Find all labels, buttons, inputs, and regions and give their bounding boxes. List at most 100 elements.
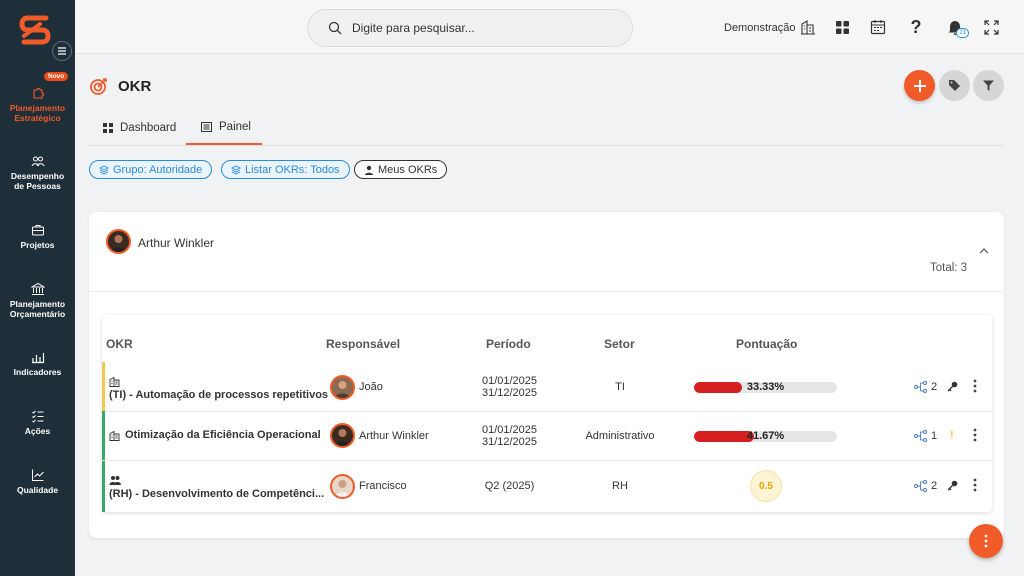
okr-table: OKR Responsável Período Setor Pontuação … xyxy=(102,315,992,512)
row-accent xyxy=(102,461,105,512)
sidebar-item-label: Desempenho de Pessoas xyxy=(10,171,65,191)
search-input[interactable] xyxy=(352,21,612,35)
sidebar-item-indicadores[interactable]: Indicadores xyxy=(0,350,75,378)
column-header-setor[interactable]: Setor xyxy=(604,337,635,351)
tab-label: Dashboard xyxy=(120,121,177,134)
column-header-pontuacao[interactable]: Pontuação xyxy=(736,337,797,351)
okr-name[interactable]: (RH) - Desenvolvimento de Competênci... xyxy=(109,488,324,500)
sidebar-item-label: Ações xyxy=(24,426,51,436)
link-count: 1 xyxy=(931,430,938,442)
more-actions-button[interactable] xyxy=(969,524,1003,558)
chip-label: Meus OKRs xyxy=(378,163,438,176)
chip-label: Grupo: Autoridade xyxy=(113,163,203,176)
logo[interactable] xyxy=(18,14,52,48)
network-icon[interactable] xyxy=(914,480,927,492)
responsible-name: Arthur Winkler xyxy=(359,430,429,442)
responsible-name: Francisco xyxy=(359,480,407,492)
more-vertical-icon xyxy=(984,534,988,548)
sector: RH xyxy=(612,480,628,492)
tab-painel[interactable]: Painel xyxy=(186,110,262,145)
bank-icon xyxy=(30,282,45,295)
column-header-okr[interactable]: OKR xyxy=(106,337,133,351)
sidebar-item-desempenho-pessoas[interactable]: Desempenho de Pessoas xyxy=(0,154,75,191)
table-row[interactable]: (RH) - Desenvolvimento de Competênci... … xyxy=(102,461,992,512)
warning-icon[interactable]: ! xyxy=(950,429,954,441)
column-header-periodo[interactable]: Período xyxy=(486,337,531,351)
company-name[interactable]: Demonstração xyxy=(724,22,796,34)
sidebar-item-label: Planejamento Orçamentário xyxy=(9,299,66,319)
sidebar-item-projetos[interactable]: Projetos xyxy=(0,223,75,251)
tag-icon xyxy=(949,80,960,91)
menu-icon xyxy=(58,47,66,55)
score-text: 33.33% xyxy=(746,381,785,393)
trend-icon xyxy=(31,469,44,481)
table-row[interactable]: Otimização da Eficiência Operacional Art… xyxy=(102,411,992,461)
period-end: 31/12/2025 xyxy=(481,436,538,448)
network-icon[interactable] xyxy=(914,430,927,442)
total-count: Total: 3 xyxy=(930,262,968,274)
period-start: 01/01/2025 xyxy=(481,375,538,387)
more-vertical-icon[interactable] xyxy=(973,428,977,442)
more-vertical-icon[interactable] xyxy=(973,379,977,393)
topbar: Demonstração ? 21 xyxy=(75,0,1024,54)
filter-button[interactable] xyxy=(973,70,1004,101)
fullscreen-icon[interactable] xyxy=(981,17,1001,37)
building-icon[interactable] xyxy=(798,17,818,37)
menu-toggle-button[interactable] xyxy=(52,41,72,61)
okr-name[interactable]: (TI) - Automação de processos repetitivo… xyxy=(109,389,328,401)
responsible-name: João xyxy=(359,381,383,393)
network-icon[interactable] xyxy=(914,381,927,393)
chip-meus-okrs[interactable]: Meus OKRs xyxy=(354,160,448,179)
search-icon xyxy=(328,21,342,35)
avatar xyxy=(330,375,355,400)
help-icon[interactable]: ? xyxy=(906,17,926,37)
notification-bell-icon[interactable]: 21 xyxy=(945,17,969,38)
layers-icon xyxy=(99,164,109,175)
chip-listar-okrs[interactable]: Listar OKRs: Todos xyxy=(221,160,350,179)
new-badge: Novo xyxy=(44,72,69,81)
row-accent xyxy=(102,362,105,411)
apps-grid-icon[interactable] xyxy=(832,17,852,37)
sidebar-item-label: Qualidade xyxy=(16,485,59,495)
row-accent xyxy=(102,411,105,460)
key-icon[interactable] xyxy=(947,480,958,491)
chevron-up-icon[interactable] xyxy=(979,248,989,254)
link-count: 2 xyxy=(931,381,938,393)
sidebar-item-label: Planejamento Estratégico xyxy=(9,103,66,123)
tags-button[interactable] xyxy=(939,70,970,101)
chip-label: Listar OKRs: Todos xyxy=(245,163,340,176)
search-box[interactable] xyxy=(307,9,633,47)
period-start: 01/01/2025 xyxy=(481,424,538,436)
user-icon xyxy=(365,165,373,175)
score-badge: 0.5 xyxy=(750,470,782,502)
tab-dashboard[interactable]: Dashboard xyxy=(103,110,176,145)
chip-grupo-autoridade[interactable]: Grupo: Autoridade xyxy=(89,160,213,179)
filter-icon xyxy=(983,80,994,91)
sidebar-item-planejamento-orcamentario[interactable]: Planejamento Orçamentário xyxy=(0,282,75,319)
sidebar-item-label: Indicadores xyxy=(13,367,62,377)
okr-name[interactable]: Otimização da Eficiência Operacional xyxy=(125,429,321,441)
sidebar-item-label: Projetos xyxy=(20,240,55,250)
sector: TI xyxy=(615,381,625,393)
column-header-responsavel[interactable]: Responsável xyxy=(326,337,400,351)
key-icon[interactable] xyxy=(947,381,958,392)
bar-chart-icon xyxy=(31,353,44,364)
period-end: 31/12/2025 xyxy=(481,387,538,399)
link-count: 2 xyxy=(931,480,938,492)
checklist-icon xyxy=(31,410,43,423)
user-okr-card: Arthur Winkler Total: 3 OKR Responsável … xyxy=(89,212,1004,538)
panel-icon xyxy=(201,121,212,132)
sidebar: Novo Planejamento Estratégico Desempenho… xyxy=(0,0,75,576)
tab-label: Painel xyxy=(219,120,251,133)
sidebar-item-planejamento-estrategico[interactable]: Planejamento Estratégico xyxy=(0,86,75,123)
table-row[interactable]: (TI) - Automação de processos repetitivo… xyxy=(102,362,992,412)
sidebar-item-qualidade[interactable]: Qualidade xyxy=(0,468,75,496)
add-okr-button[interactable] xyxy=(904,70,935,101)
card-header[interactable]: Arthur Winkler Total: 3 xyxy=(89,212,1004,292)
calendar-icon[interactable] xyxy=(868,17,888,37)
more-vertical-icon[interactable] xyxy=(973,478,977,492)
plus-icon xyxy=(913,79,926,92)
avatar xyxy=(106,229,131,254)
sidebar-item-acoes[interactable]: Ações xyxy=(0,409,75,437)
people-icon xyxy=(31,156,44,167)
